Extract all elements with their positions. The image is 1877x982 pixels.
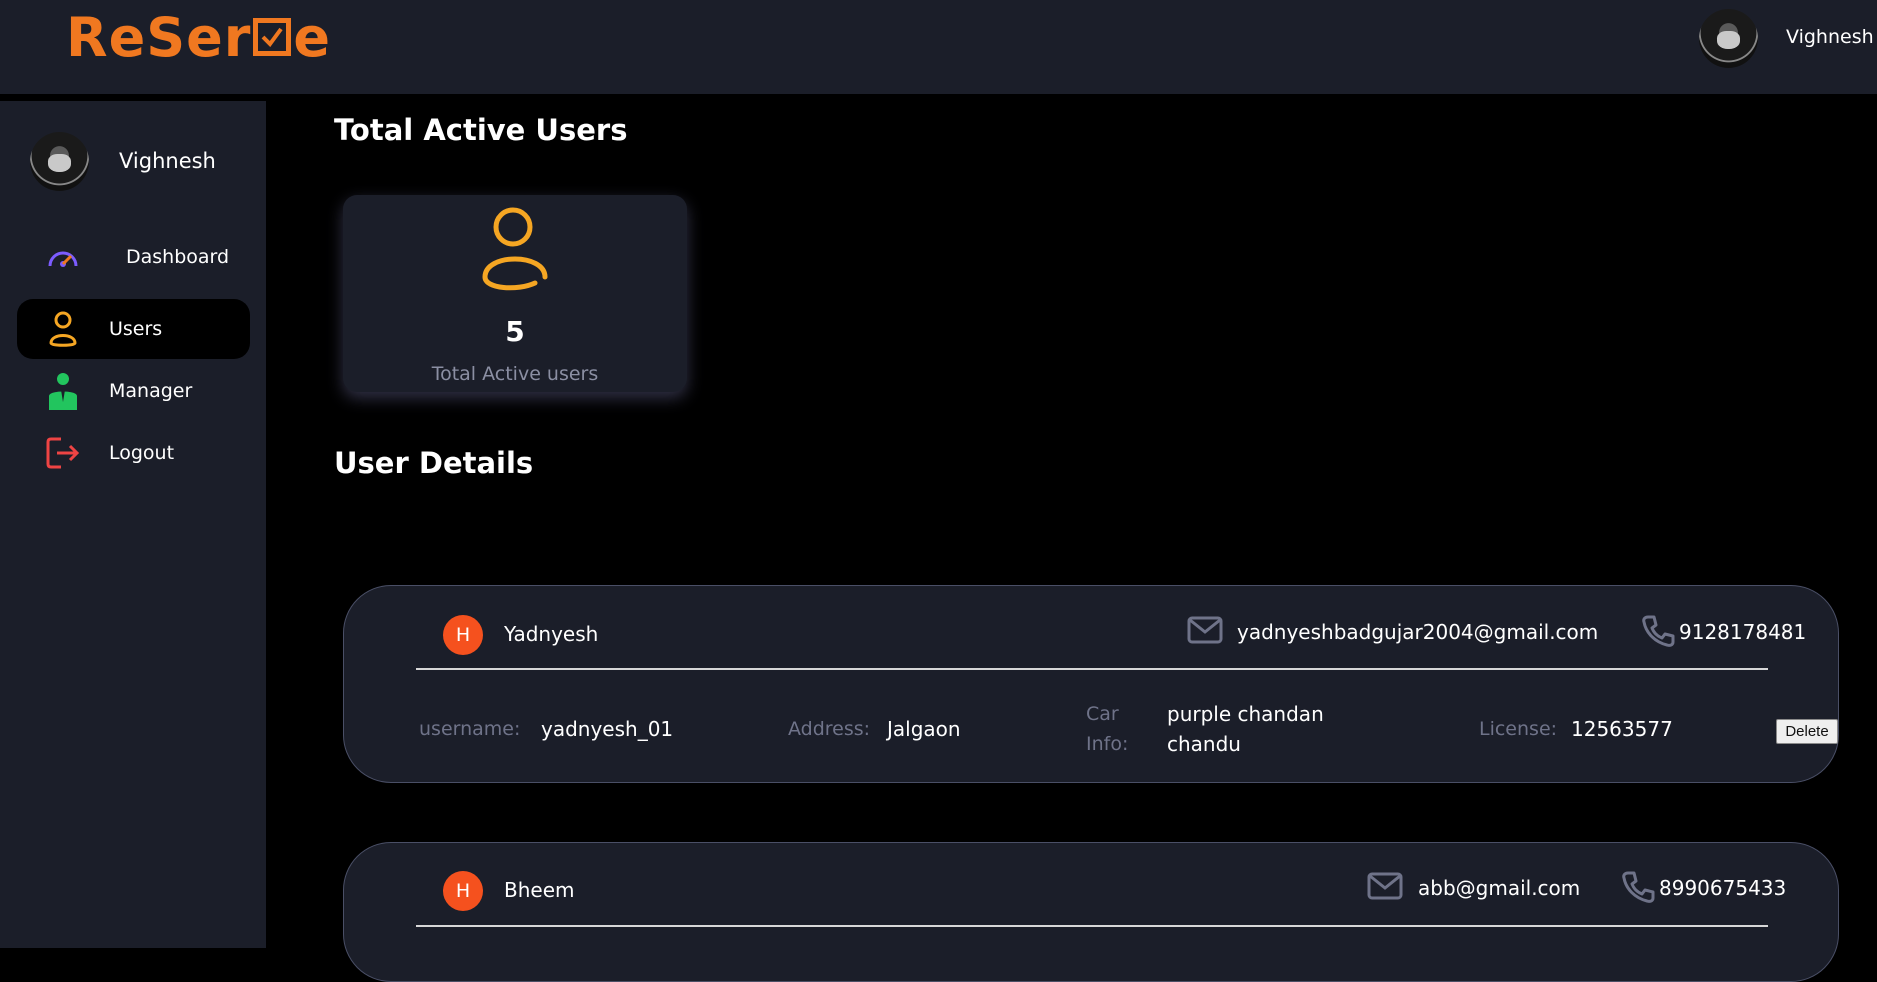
- user-card: H Bheem abb@gmail.com 8990675433: [343, 842, 1839, 982]
- delete-button[interactable]: Delete: [1776, 719, 1838, 744]
- sidebar-item-label: Manager: [109, 380, 193, 402]
- sidebar-item-users[interactable]: Users: [17, 299, 250, 359]
- user-icon: [480, 205, 550, 297]
- sidebar: Vighnesh Dashboard Users Manager Logout: [0, 101, 266, 948]
- user-card: H Yadnyesh yadnyeshbadgujar2004@gmail.co…: [343, 585, 1839, 783]
- address-value: Jalgaon: [887, 717, 961, 741]
- username-label: username:: [419, 718, 521, 740]
- manager-icon: [43, 371, 83, 411]
- logo[interactable]: ReSer e: [66, 4, 331, 70]
- phone-icon: [1641, 614, 1675, 652]
- section-title: User Details: [334, 446, 534, 480]
- header-avatar[interactable]: [1699, 9, 1758, 68]
- user-name: Yadnyesh: [504, 622, 599, 646]
- logo-text-prefix: ReSer: [66, 5, 252, 69]
- divider: [416, 668, 1768, 670]
- user-phone: 9128178481: [1679, 620, 1807, 644]
- user-avatar-badge: H: [443, 871, 483, 911]
- license-value: 12563577: [1571, 717, 1673, 741]
- car-value: purple chandan: [1167, 702, 1324, 726]
- user-email: yadnyeshbadgujar2004@gmail.com: [1237, 620, 1599, 644]
- email-icon: [1367, 872, 1403, 900]
- username-value: yadnyesh_01: [541, 717, 674, 741]
- sidebar-user-name: Vighnesh: [119, 149, 216, 173]
- header-user-name[interactable]: Vighnesh: [1786, 26, 1874, 48]
- speedometer-icon: [43, 237, 83, 277]
- page-title: Total Active Users: [334, 113, 628, 147]
- car-label-2: Info:: [1086, 733, 1129, 755]
- phone-icon: [1621, 870, 1655, 908]
- stat-value: 5: [505, 315, 525, 348]
- license-label: License:: [1479, 718, 1558, 740]
- address-label: Address:: [788, 718, 871, 740]
- checkbox-icon: [253, 18, 292, 56]
- sidebar-item-logout[interactable]: Logout: [17, 423, 250, 483]
- email-icon: [1187, 616, 1223, 644]
- sidebar-avatar: [30, 132, 89, 191]
- logout-icon: [43, 433, 83, 473]
- sidebar-item-label: Dashboard: [126, 246, 230, 268]
- car-value-2: chandu: [1167, 732, 1241, 756]
- user-phone: 8990675433: [1659, 876, 1787, 900]
- user-name: Bheem: [504, 878, 575, 902]
- top-bar: ReSer e Vighnesh: [0, 0, 1877, 94]
- logo-text-suffix: e: [293, 5, 331, 69]
- divider: [416, 925, 1768, 927]
- sidebar-item-label: Users: [109, 318, 163, 340]
- stat-label: Total Active users: [431, 363, 599, 385]
- car-label: Car: [1086, 703, 1119, 725]
- stat-card: 5 Total Active users: [343, 195, 687, 392]
- sidebar-item-manager[interactable]: Manager: [17, 361, 250, 421]
- user-email: abb@gmail.com: [1418, 876, 1581, 900]
- sidebar-item-label: Logout: [109, 442, 175, 464]
- user-icon: [43, 309, 83, 349]
- sidebar-item-dashboard[interactable]: Dashboard: [17, 227, 250, 287]
- user-avatar-badge: H: [443, 615, 483, 655]
